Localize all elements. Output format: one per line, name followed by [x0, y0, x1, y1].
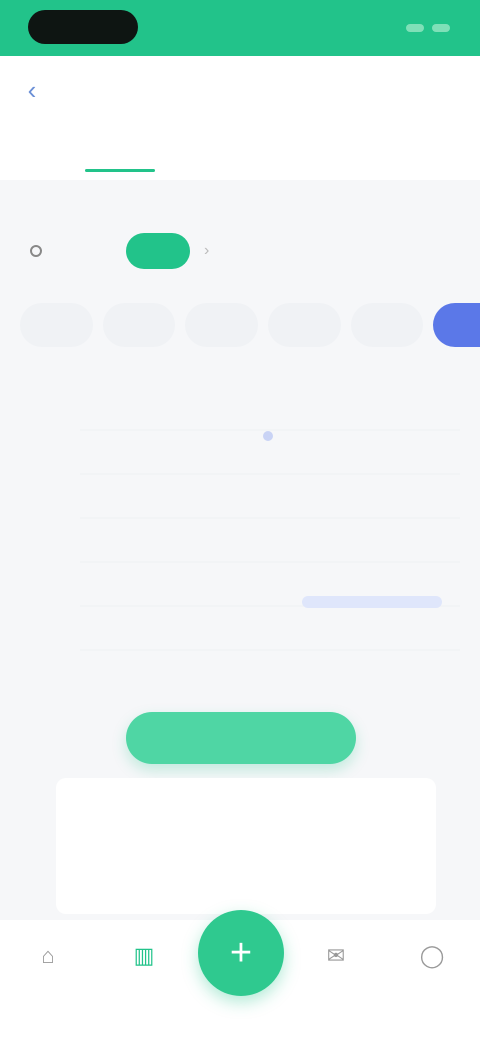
- location-icon: [30, 245, 42, 257]
- date-selector: [20, 298, 480, 352]
- nav-item-stats[interactable]: ▥: [96, 944, 192, 978]
- add-button[interactable]: +: [198, 910, 284, 996]
- filter-row: ›: [30, 228, 460, 274]
- summary-item: [309, 828, 436, 840]
- date-chip-selected[interactable]: [433, 303, 480, 347]
- room-selector[interactable]: [30, 245, 52, 257]
- summary-item: [183, 828, 310, 840]
- tab-secondary[interactable]: [240, 132, 480, 172]
- app-header: ‹: [0, 56, 480, 180]
- profile-icon: ◯: [419, 943, 445, 968]
- tab-primary[interactable]: [0, 132, 240, 172]
- chart-icon: ▥: [133, 943, 155, 968]
- date-chip[interactable]: [268, 303, 341, 347]
- signal-icon: [406, 24, 424, 32]
- data-point[interactable]: [263, 431, 273, 441]
- date-chip[interactable]: [185, 303, 259, 347]
- summary-card: [56, 778, 436, 914]
- date-chip[interactable]: [350, 303, 424, 347]
- period-button[interactable]: [126, 233, 190, 269]
- back-icon[interactable]: ‹: [18, 75, 46, 105]
- more-icon[interactable]: ›: [204, 242, 209, 260]
- nav-item-profile[interactable]: ◯: [384, 944, 480, 978]
- nav-item-home[interactable]: ⌂: [0, 944, 96, 978]
- nav-item-messages[interactable]: ✉: [288, 944, 384, 978]
- date-chip[interactable]: [20, 303, 93, 347]
- grid-lines: [80, 429, 460, 651]
- status-indicators: [406, 24, 450, 32]
- date-chip[interactable]: [102, 303, 176, 347]
- chart-area: [0, 400, 480, 690]
- message-icon: ✉: [326, 943, 346, 968]
- tab-bar: [0, 132, 480, 172]
- battery-icon: [432, 24, 450, 32]
- primary-action-button[interactable]: [126, 712, 356, 764]
- summary-items: [56, 828, 436, 840]
- data-bar[interactable]: [302, 596, 442, 608]
- status-time: [28, 10, 138, 44]
- chart-svg: [80, 429, 460, 651]
- plus-icon: +: [229, 931, 253, 974]
- status-bar: [0, 0, 480, 56]
- summary-item: [56, 828, 183, 840]
- home-icon: ⌂: [41, 943, 55, 968]
